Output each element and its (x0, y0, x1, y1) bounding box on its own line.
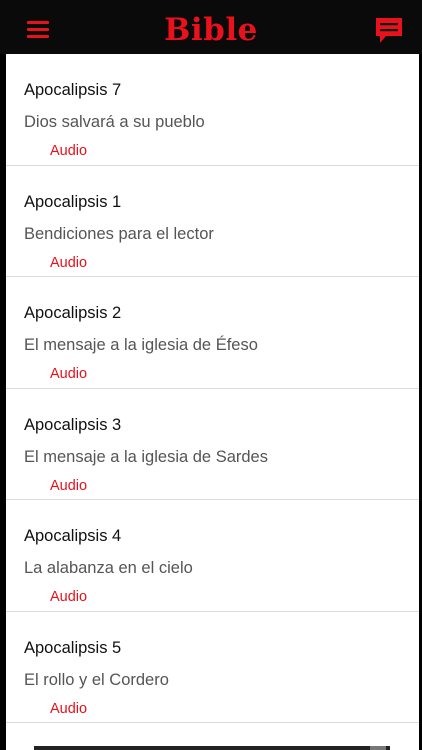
chapter-title: Apocalipsis 7 (24, 81, 122, 99)
list-item[interactable]: Apocalipsis 2 El mensaje a la iglesia de… (6, 277, 419, 389)
chapter-title: Apocalipsis 4 (24, 527, 122, 545)
chapter-subtitle: El mensaje a la iglesia de Sardes (24, 447, 268, 466)
audio-link[interactable]: Audio (50, 254, 87, 272)
audio-link[interactable]: Audio (50, 477, 87, 495)
app-frame: Bible Apocalipsis 7 Dios salvará a su pu… (0, 0, 422, 750)
chat-bubble-icon-graphic (376, 18, 402, 43)
chapter-title: Apocalipsis 2 (24, 304, 122, 322)
bottom-banner-edge-end (370, 746, 386, 750)
list-item[interactable]: Apocalipsis 4 La alabanza en el cielo Au… (6, 500, 419, 612)
list-item[interactable]: Apocalipsis 1 Bendiciones para el lector… (6, 166, 419, 277)
bottom-banner-edge (34, 746, 390, 750)
chapter-title: Apocalipsis 3 (24, 415, 122, 434)
chapter-subtitle: La alabanza en el cielo (24, 559, 193, 577)
chapter-list: Apocalipsis 7 Dios salvará a su pueblo A… (6, 54, 419, 750)
audio-link[interactable]: Audio (50, 142, 87, 160)
audio-link[interactable]: Audio (50, 588, 87, 606)
chapter-subtitle: El rollo y el Cordero (24, 670, 169, 689)
list-item[interactable]: Apocalipsis 7 Dios salvará a su pueblo A… (6, 54, 419, 166)
chapter-subtitle: Dios salvará a su pueblo (24, 113, 205, 131)
audio-link[interactable]: Audio (50, 365, 87, 383)
chapter-title: Apocalipsis 1 (24, 192, 122, 211)
chapter-subtitle: El mensaje a la iglesia de Éfeso (24, 336, 258, 354)
app-title: Bible (164, 12, 258, 48)
list-item[interactable]: Apocalipsis 3 El mensaje a la iglesia de… (6, 389, 419, 500)
top-bar: Bible (0, 0, 422, 54)
chapter-subtitle: Bendiciones para el lector (24, 224, 214, 243)
chapter-title: Apocalipsis 5 (24, 638, 122, 657)
list-item[interactable]: Apocalipsis 5 El rollo y el Cordero Audi… (6, 612, 419, 723)
audio-link[interactable]: Audio (50, 700, 87, 718)
chat-bubble-icon[interactable] (374, 16, 404, 46)
